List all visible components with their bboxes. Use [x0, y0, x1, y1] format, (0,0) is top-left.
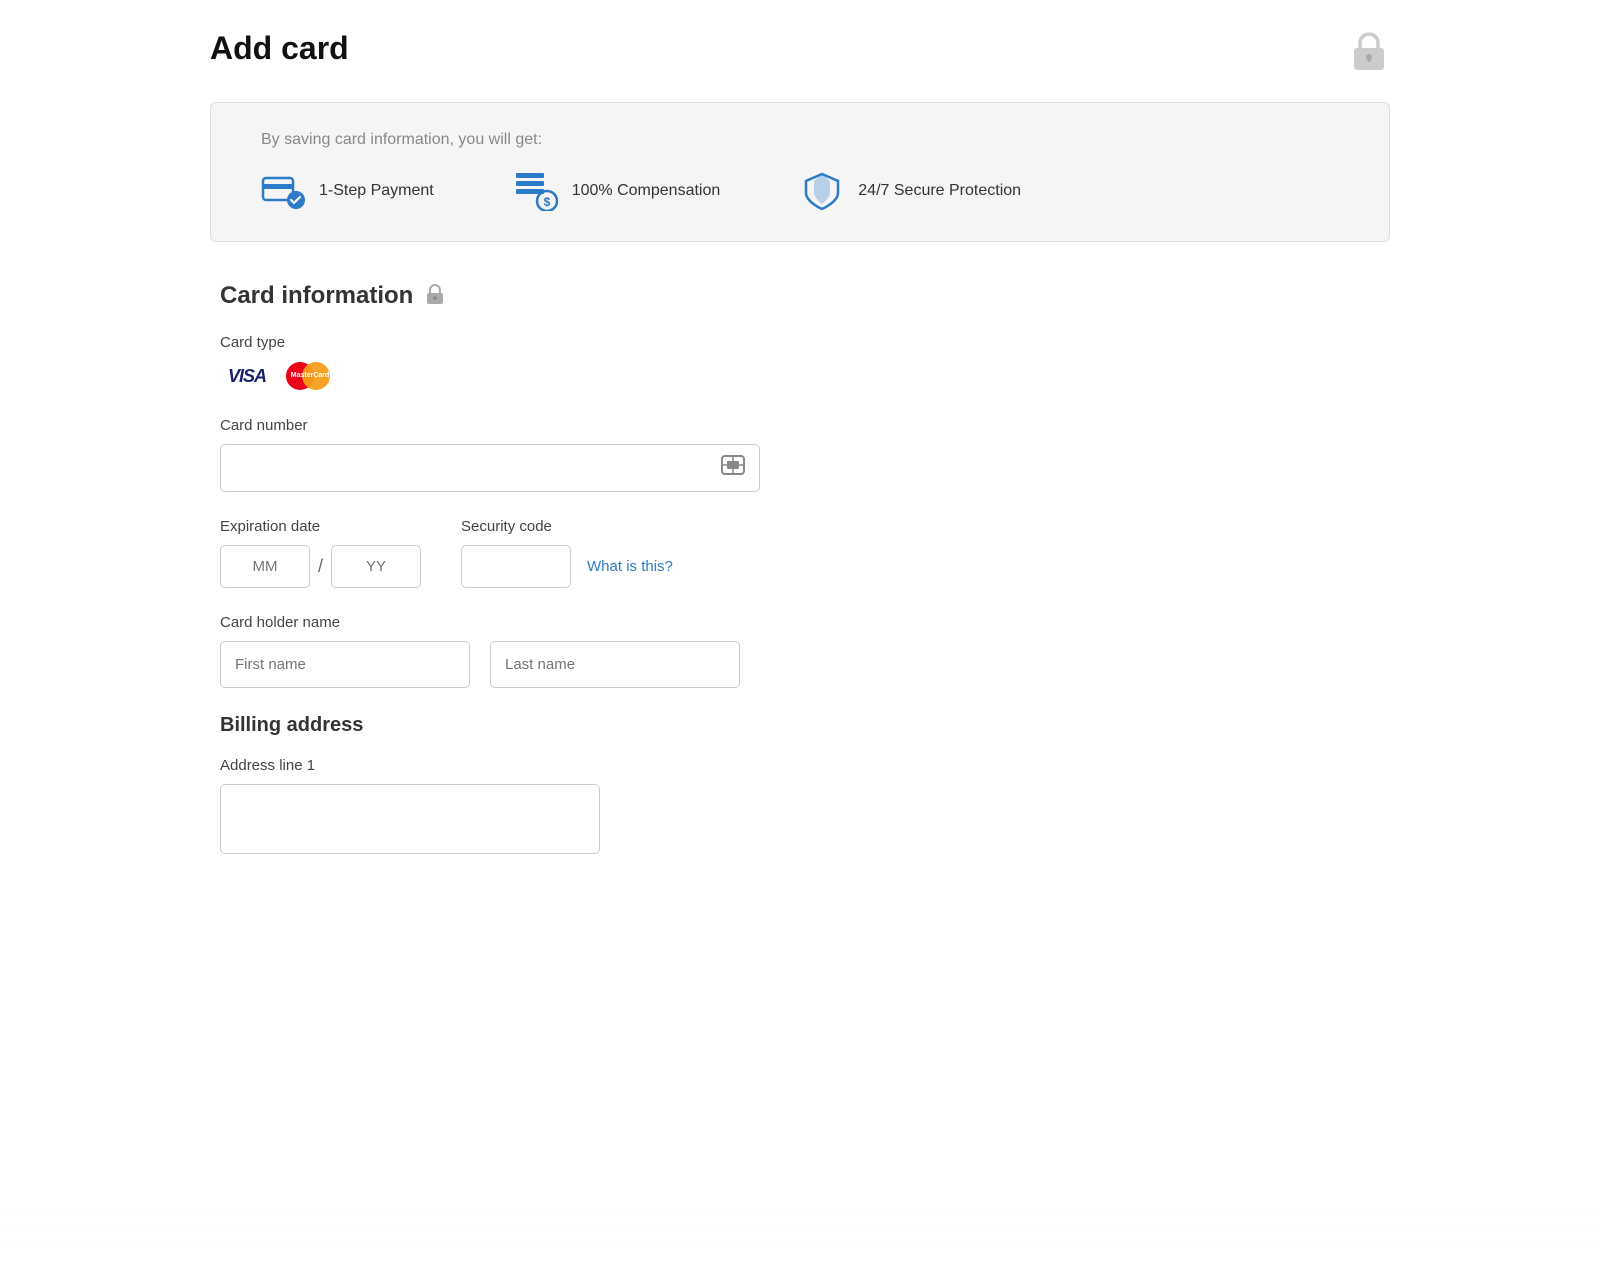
promo-label-protection: 24/7 Secure Protection [858, 182, 1021, 200]
card-number-group: Card number [220, 417, 1380, 492]
expiry-year-input[interactable] [331, 545, 421, 588]
first-name-input[interactable] [220, 641, 470, 688]
payment-icon [261, 169, 305, 213]
address-line1-label: Address line 1 [220, 757, 1380, 774]
security-code-group: Security code What is this? [461, 518, 673, 588]
promo-subtitle: By saving card information, you will get… [261, 131, 1339, 149]
visa-logo: VISA [220, 362, 274, 391]
expiration-group: Expiration date / [220, 518, 421, 588]
card-number-input[interactable] [220, 444, 760, 492]
what-is-this-link[interactable]: What is this? [587, 558, 673, 575]
security-code-input[interactable] [461, 545, 571, 588]
card-holder-label: Card holder name [220, 614, 1380, 631]
svg-text:$: $ [543, 195, 550, 209]
card-type-group: Card type VISA MasterCard [220, 334, 1380, 391]
card-type-label: Card type [220, 334, 1380, 351]
billing-title: Billing address [220, 714, 1380, 737]
card-information-title: Card information [220, 282, 413, 310]
mastercard-logo: MasterCard [286, 361, 334, 391]
card-type-options: VISA MasterCard [220, 361, 1380, 391]
compensation-icon: $ [514, 169, 558, 213]
protection-icon [800, 169, 844, 213]
security-code-label: Security code [461, 518, 673, 535]
last-name-input[interactable] [490, 641, 740, 688]
expiry-month-input[interactable] [220, 545, 310, 588]
promo-feature-protection: 24/7 Secure Protection [800, 169, 1021, 213]
promo-banner: By saving card information, you will get… [210, 102, 1390, 242]
expiration-label: Expiration date [220, 518, 421, 535]
expiry-separator: / [310, 556, 331, 577]
address-line1-input[interactable] [220, 784, 600, 854]
card-number-label: Card number [220, 417, 1380, 434]
card-info-lock-icon [425, 283, 445, 310]
card-holder-group: Card holder name [220, 614, 1380, 688]
promo-label-payment: 1-Step Payment [319, 182, 434, 200]
bottom-fade-bar [0, 1205, 1600, 1265]
card-chip-icon [720, 454, 746, 482]
lock-icon [1348, 30, 1390, 72]
card-information-section: Card information Card type VISA MasterCa… [210, 282, 1390, 854]
promo-feature-payment: 1-Step Payment [261, 169, 434, 213]
page-title: Add card [210, 30, 349, 67]
billing-address-group: Billing address Address line 1 [220, 714, 1380, 854]
promo-features: 1-Step Payment $ 100% Compensation [261, 169, 1339, 213]
promo-label-compensation: 100% Compensation [572, 182, 721, 200]
promo-feature-compensation: $ 100% Compensation [514, 169, 721, 213]
